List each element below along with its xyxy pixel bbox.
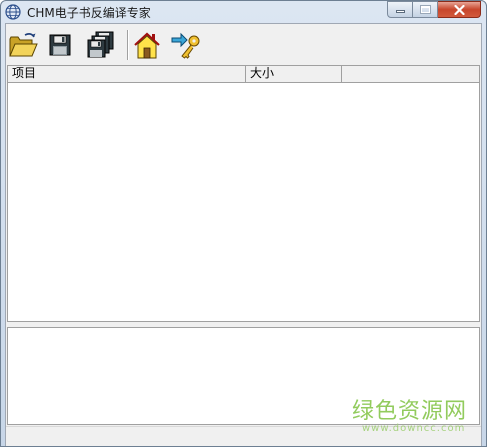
home-button[interactable]	[131, 29, 163, 61]
maximize-icon	[419, 5, 431, 14]
app-window: CHM电子书反编译专家 项目 大小	[0, 0, 487, 447]
file-list[interactable]: 项目 大小	[7, 65, 480, 322]
list-header: 项目 大小	[8, 66, 479, 83]
window-title: CHM电子书反编译专家	[27, 6, 151, 20]
column-header-size[interactable]: 大小	[246, 66, 342, 82]
close-icon	[453, 4, 465, 15]
close-button[interactable]	[438, 1, 481, 18]
toolbar-separator	[127, 30, 129, 60]
title-bar[interactable]: CHM电子书反编译专家	[1, 1, 486, 23]
save-button[interactable]	[44, 29, 76, 61]
detail-pane[interactable]	[7, 327, 480, 425]
globe-icon	[5, 4, 21, 20]
column-header-item[interactable]: 项目	[8, 66, 246, 82]
save-all-button[interactable]	[85, 29, 117, 61]
minimize-button[interactable]	[387, 1, 413, 18]
open-folder-icon	[9, 33, 38, 57]
decompile-button[interactable]	[170, 29, 202, 61]
column-header-filler	[342, 66, 479, 82]
minimize-icon	[395, 10, 405, 13]
toolbar	[6, 24, 481, 64]
status-bar	[6, 426, 481, 446]
save-disk-icon	[49, 34, 71, 56]
save-all-icon	[87, 31, 114, 58]
client-area: 项目 大小	[5, 23, 482, 446]
open-button[interactable]	[7, 29, 39, 61]
caption-buttons	[387, 1, 481, 18]
home-icon	[134, 32, 160, 59]
maximize-button[interactable]	[413, 1, 438, 18]
key-arrow-icon	[171, 32, 200, 59]
